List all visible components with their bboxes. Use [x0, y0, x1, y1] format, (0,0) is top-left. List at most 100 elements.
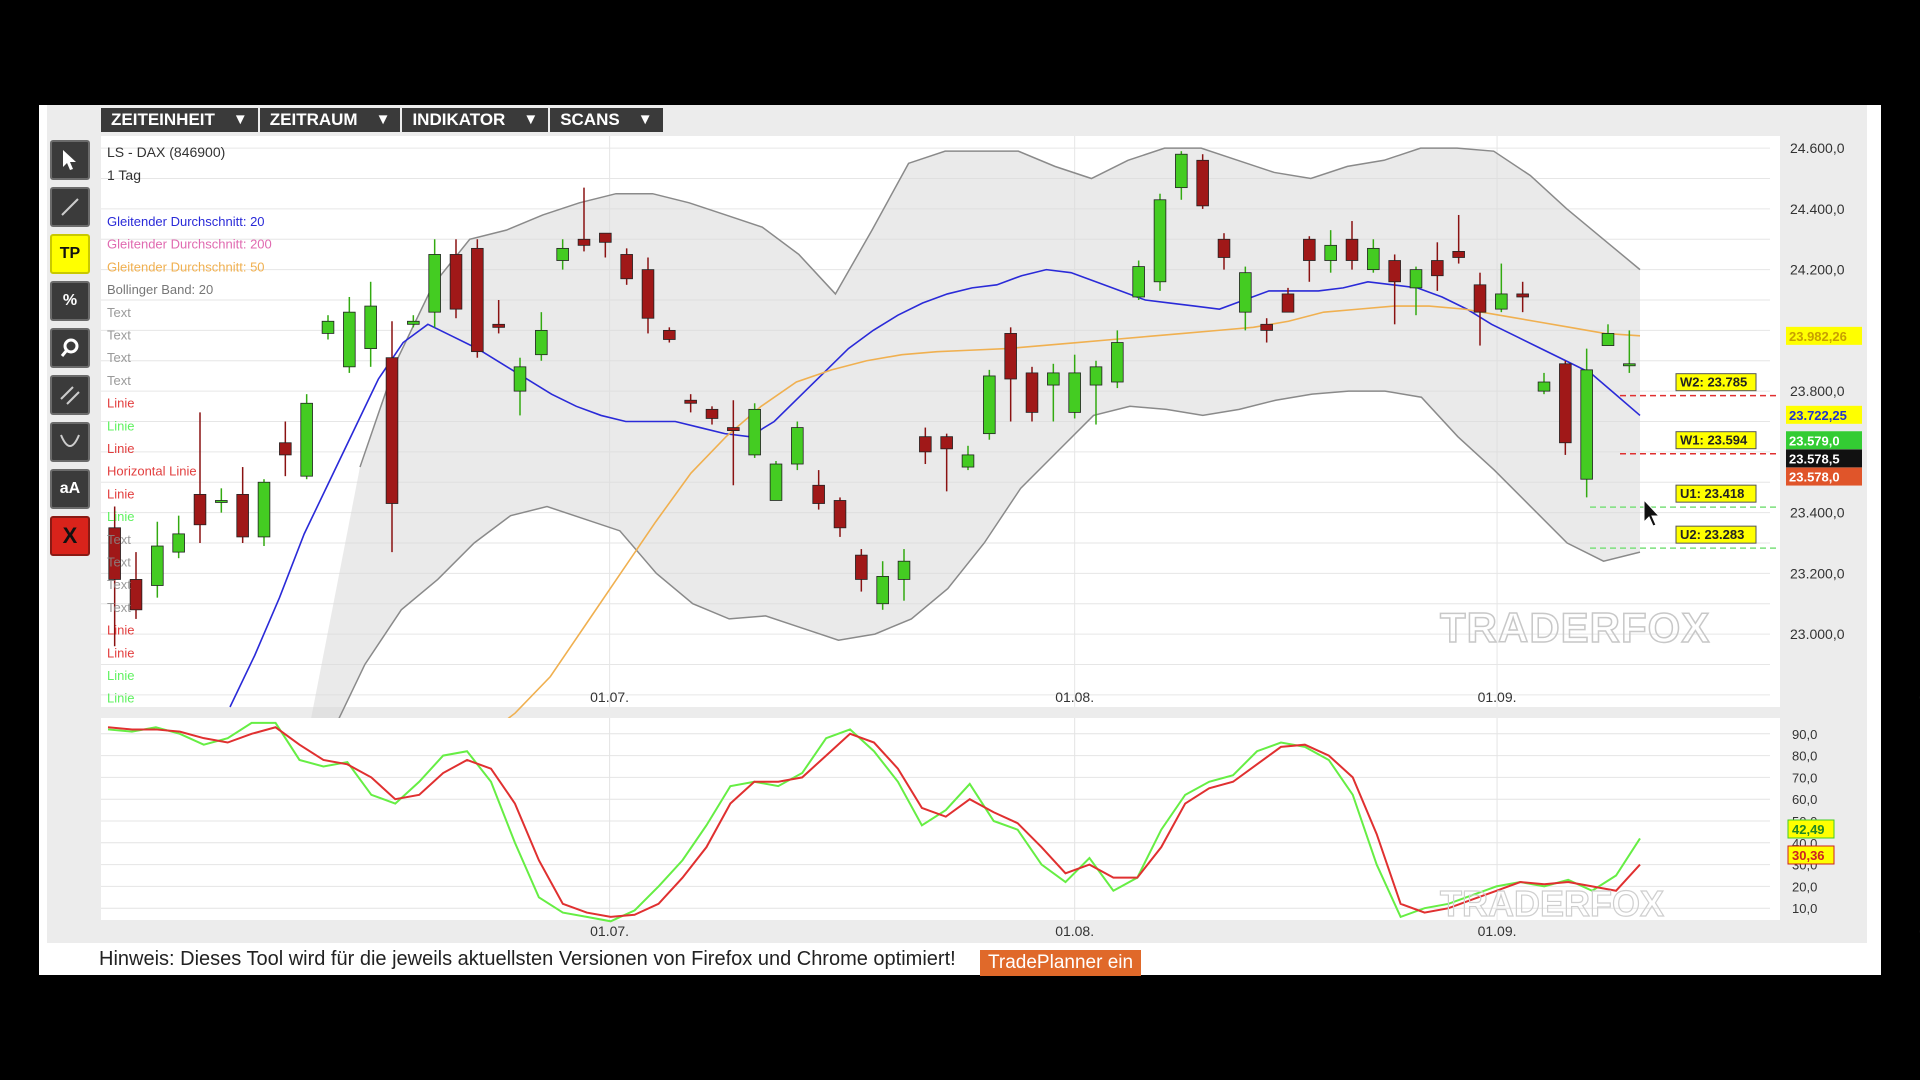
candle-body	[1580, 369, 1593, 480]
osc-y-tick-label: 70,0	[1792, 770, 1817, 785]
legend-item: Linie	[107, 645, 134, 660]
y-tick-label: 24.400,0	[1790, 201, 1845, 217]
candle-body	[1345, 238, 1359, 261]
legend-item: Gleitender Durchschnitt: 20	[107, 214, 265, 229]
legend-item: Linie	[107, 418, 134, 433]
legend-item: Linie	[107, 396, 134, 411]
candle-body	[705, 408, 719, 419]
legend-item: Text	[107, 555, 131, 570]
candle-body	[1303, 238, 1316, 261]
candle-body	[791, 427, 804, 465]
price-tag: 23.578,0	[1786, 467, 1862, 486]
candle-body	[428, 254, 441, 313]
candle-body	[1495, 293, 1508, 310]
candle-body	[535, 329, 548, 356]
candle-body	[215, 500, 228, 503]
candle-body	[513, 366, 527, 392]
candle-body	[855, 554, 868, 580]
x-tick-label: 01.07.	[590, 689, 629, 705]
candle-body	[471, 247, 484, 353]
candle-body	[727, 427, 740, 432]
legend-item: Text	[107, 577, 131, 592]
legend-item: Text	[107, 600, 131, 615]
price-tag-label: 23.722,25	[1789, 408, 1847, 423]
price-tag-label: 23.982,26	[1789, 329, 1847, 344]
osc-fast-tag: 42,49	[1787, 819, 1835, 839]
candle-body	[1047, 372, 1060, 386]
candle-body	[321, 320, 335, 334]
level-tag-label: W1: 23.594	[1680, 433, 1748, 448]
candle-body	[897, 560, 911, 580]
osc-fast-value: 42,49	[1792, 822, 1825, 837]
legend-item: Text	[107, 350, 131, 365]
osc-y-tick-label: 60,0	[1792, 792, 1817, 807]
candle-body	[1367, 247, 1380, 271]
legend-item: Linie	[107, 691, 134, 706]
candle-body	[1537, 381, 1551, 392]
legend-item: Bollinger Band: 20	[107, 282, 213, 297]
price-tag: 23.578,5	[1786, 449, 1862, 468]
y-tick-label: 23.800,0	[1790, 383, 1845, 399]
y-tick-label: 24.200,0	[1790, 262, 1845, 278]
candle-body	[1559, 363, 1572, 444]
level-tag-label: U2: 23.283	[1680, 527, 1744, 542]
candle-body	[1452, 251, 1465, 258]
level-tag: U2: 23.283	[1675, 525, 1757, 544]
legend-item: Linie	[107, 668, 134, 683]
level-tag: W1: 23.594	[1675, 431, 1757, 450]
candle-body	[919, 436, 932, 453]
legend-item: Text	[107, 305, 131, 320]
candle-body	[1281, 293, 1295, 313]
candle-body	[983, 375, 996, 435]
y-tick-label: 23.400,0	[1790, 505, 1845, 521]
candle-body	[257, 481, 271, 538]
legend-item: Gleitender Durchschnitt: 50	[107, 259, 265, 274]
candle-body	[961, 454, 975, 468]
candle-body	[1623, 363, 1636, 367]
level-tag-label: W2: 23.785	[1680, 375, 1747, 390]
candle-body	[151, 545, 164, 586]
legend-item: Text	[107, 373, 131, 388]
legend-item: Text	[107, 328, 131, 343]
candle-body	[1431, 260, 1444, 277]
candle-body	[1089, 366, 1103, 386]
price-tag: 23.722,25	[1786, 405, 1862, 424]
traderfox-watermark: TRADERFOX	[1440, 604, 1710, 651]
osc-y-tick-label: 80,0	[1792, 749, 1817, 764]
candle-body	[1516, 293, 1529, 298]
tradeplanner-button[interactable]: TradePlanner ein	[980, 950, 1142, 976]
price-tag-label: 23.578,5	[1789, 451, 1840, 466]
candle-body	[129, 579, 143, 611]
candle-body	[385, 357, 399, 504]
candle-body	[1324, 244, 1337, 261]
candle-body	[236, 493, 249, 538]
price-tag-label: 23.579,0	[1789, 433, 1840, 448]
candle-body	[449, 254, 463, 310]
y-tick-label: 23.000,0	[1790, 626, 1845, 642]
browser-hint: Hinweis: Dieses Tool wird für die jeweil…	[99, 948, 956, 970]
legend-item: Horizontal Linie	[107, 464, 197, 479]
candle-body	[300, 402, 313, 477]
osc-x-tick-label: 01.09.	[1478, 923, 1517, 939]
candle-body	[1111, 342, 1124, 383]
candle-body	[620, 254, 633, 280]
candle-body	[407, 320, 420, 325]
price-tag: 23.982,26	[1786, 326, 1862, 345]
osc-slow-tag: 30,36	[1787, 845, 1835, 865]
x-tick-label: 01.08.	[1055, 689, 1094, 705]
candle-body	[1239, 272, 1252, 313]
x-tick-label: 01.09.	[1478, 689, 1517, 705]
candle-body	[172, 533, 185, 553]
traderfox-watermark: TRADERFOX	[1440, 883, 1664, 924]
y-tick-label: 24.600,0	[1790, 140, 1845, 156]
level-tag: W2: 23.785	[1675, 373, 1757, 392]
chart-canvas[interactable]: W2: 23.785 W1: 23.594 U1: 23.418 U2: 23.283…	[0, 0, 1920, 1080]
legend-item: Linie	[107, 509, 134, 524]
osc-slow-value: 30,36	[1792, 848, 1825, 863]
candle-body	[1004, 333, 1017, 380]
candle-body	[1473, 284, 1487, 313]
candle-body	[748, 408, 761, 456]
osc-y-tick-label: 20,0	[1792, 879, 1817, 894]
candle-body	[599, 232, 612, 243]
candle-body	[684, 399, 697, 404]
